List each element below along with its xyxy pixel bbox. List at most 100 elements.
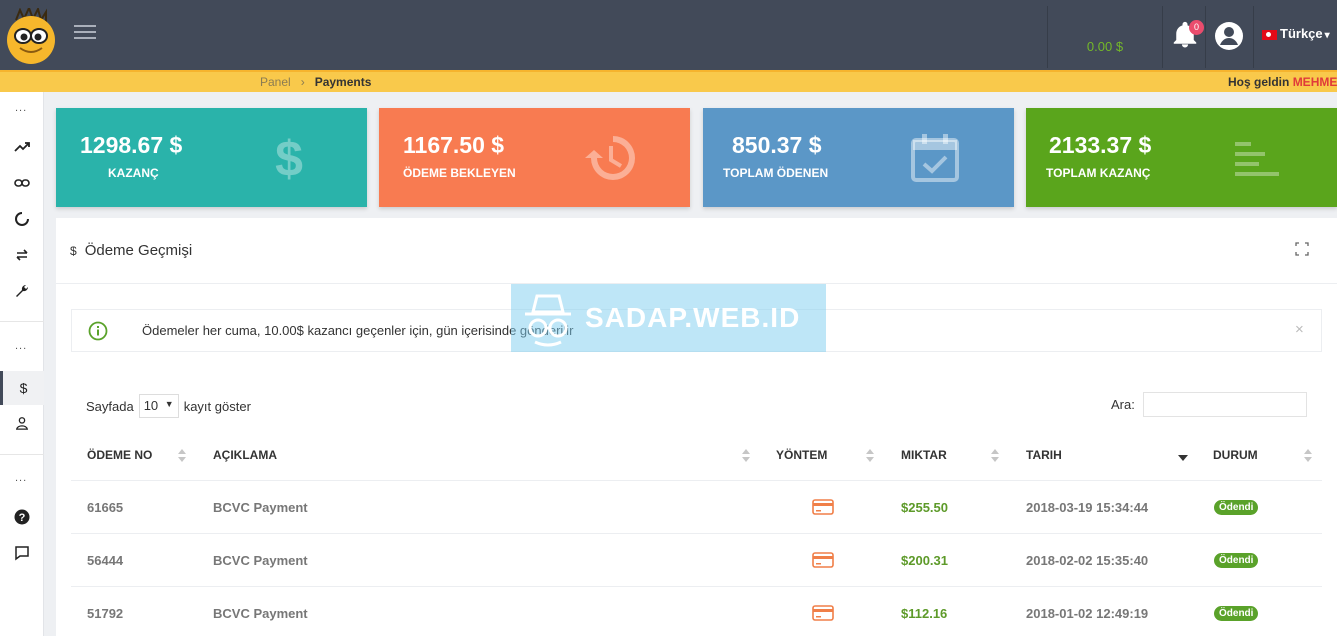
- length-prefix: Sayfada: [86, 398, 134, 414]
- status-badge: Ödendi: [1214, 606, 1259, 621]
- breadcrumb-panel-link[interactable]: Panel: [260, 75, 291, 89]
- table-row-divider: [71, 480, 1322, 481]
- calendar-check-icon: [911, 134, 959, 182]
- chat-icon: [15, 546, 29, 561]
- sidebar-item-transfers[interactable]: [0, 241, 44, 269]
- help-icon: ?: [14, 509, 30, 525]
- column-header-amount[interactable]: MIKTAR: [901, 448, 947, 462]
- search-input[interactable]: [1143, 392, 1307, 417]
- page-length-value: 10: [143, 398, 159, 413]
- balance-display[interactable]: 0.00 $: [1047, 6, 1163, 68]
- sidebar-item-loader[interactable]: [0, 205, 44, 233]
- sort-icon[interactable]: [1304, 449, 1312, 463]
- stat-label: TOPLAM ÖDENEN: [723, 166, 829, 180]
- sidebar-section-marker: ...: [15, 472, 28, 484]
- welcome-message: Hoş geldin MEHME: [1228, 75, 1337, 89]
- turkey-flag-icon: [1262, 29, 1277, 40]
- sort-icon[interactable]: [742, 449, 750, 463]
- wrench-icon: [16, 284, 29, 297]
- sidebar-item-profile[interactable]: [0, 409, 44, 437]
- credit-card-icon: [812, 499, 834, 515]
- trending-up-icon: [14, 142, 30, 152]
- svg-text:$: $: [275, 131, 303, 186]
- menu-toggle-button[interactable]: [74, 25, 96, 45]
- column-header-method[interactable]: YÖNTEM: [776, 448, 827, 462]
- column-header-status[interactable]: DURUM: [1213, 448, 1258, 462]
- sort-icon[interactable]: [991, 449, 999, 463]
- link-icon: [14, 179, 30, 187]
- payment-no: 51792: [87, 606, 124, 621]
- loader-icon: [15, 212, 29, 226]
- top-bar: 0.00 $ 0 Türkçe ▾: [0, 0, 1337, 70]
- column-header-date[interactable]: TARIH: [1026, 448, 1062, 462]
- user-icon: [15, 417, 29, 430]
- sidebar-item-tools[interactable]: [0, 277, 44, 305]
- status-badge: Ödendi: [1214, 500, 1259, 515]
- swap-icon: [16, 249, 28, 261]
- dollar-icon: $: [275, 131, 303, 186]
- breadcrumb-bar: Panel › Payments Hoş geldin MEHME: [0, 70, 1337, 92]
- stat-label: TOPLAM KAZANÇ: [1046, 166, 1151, 180]
- owl-logo[interactable]: [4, 8, 58, 64]
- sort-desc-icon[interactable]: [1178, 455, 1188, 461]
- breadcrumb: Panel › Payments: [260, 75, 371, 89]
- payment-no: 56444: [87, 553, 124, 568]
- user-avatar-icon[interactable]: [1213, 20, 1245, 52]
- welcome-username: MEHME: [1292, 75, 1337, 89]
- page-length-control: Sayfada 10 ▼ kayıt göster: [86, 394, 251, 418]
- length-suffix: kayıt göster: [183, 398, 251, 414]
- payment-history-panel: $ Ödeme Geçmişi Ödemeler her cuma, 10.00$…: [56, 218, 1337, 636]
- history-icon: [585, 136, 635, 180]
- spy-icon: [525, 294, 571, 347]
- notification-badge: 0: [1189, 20, 1204, 35]
- payment-description: BCVC Payment: [213, 500, 308, 515]
- stat-card-total-paid: 850.37 $ TOPLAM ÖDENEN: [703, 108, 1014, 207]
- page-length-select[interactable]: 10 ▼: [138, 394, 179, 418]
- stat-value: 1298.67 $: [80, 132, 183, 158]
- stat-card-earnings: 1298.67 $ KAZANÇ $: [56, 108, 367, 207]
- sort-icon[interactable]: [178, 449, 186, 463]
- watermark-text: SADAP.WEB.ID: [585, 302, 801, 333]
- fullscreen-icon[interactable]: [1295, 242, 1309, 256]
- welcome-greeting: Hoş geldin: [1228, 75, 1290, 89]
- sidebar-item-links[interactable]: [0, 169, 44, 197]
- alert-message: Ödemeler her cuma, 10.00$ kazancı geçenl…: [142, 323, 574, 338]
- payment-date: 2018-01-02 12:49:19: [1026, 606, 1149, 621]
- sidebar: ... ... $ ... ?: [0, 92, 44, 636]
- hamburger-line: [74, 31, 96, 33]
- svg-text:?: ?: [19, 512, 26, 524]
- breadcrumb-separator: ›: [300, 75, 305, 89]
- panel-title-text: Ödeme Geçmişi: [84, 242, 193, 259]
- watermark: SADAP.WEB.ID: [511, 284, 826, 352]
- chevron-down-icon: ▼: [164, 399, 174, 409]
- column-header-description[interactable]: AÇIKLAMA: [213, 448, 277, 462]
- column-header-payment-no[interactable]: ÖDEME NO: [87, 448, 152, 462]
- sidebar-section-marker: ...: [15, 102, 28, 114]
- sort-icon[interactable]: [866, 449, 874, 463]
- stat-value: 1167.50 $: [403, 132, 505, 158]
- language-selector[interactable]: Türkçe ▾: [1262, 26, 1330, 41]
- info-icon: [88, 321, 108, 341]
- sidebar-item-payments[interactable]: $: [0, 371, 44, 405]
- sidebar-item-support[interactable]: [0, 539, 44, 567]
- stat-label: KAZANÇ: [108, 166, 159, 180]
- language-label: Türkçe: [1280, 26, 1323, 41]
- payment-amount: $112.16: [901, 606, 948, 621]
- payment-amount: $255.50: [901, 500, 948, 515]
- dollar-icon: $: [70, 244, 77, 258]
- close-icon[interactable]: ×: [1295, 321, 1304, 338]
- sidebar-divider: [0, 321, 44, 322]
- credit-card-icon: [812, 552, 834, 568]
- divider: [1205, 6, 1206, 68]
- sidebar-item-help[interactable]: ?: [0, 503, 44, 531]
- hamburger-line: [74, 25, 96, 27]
- dollar-icon: $: [19, 380, 28, 396]
- sidebar-item-stats[interactable]: [0, 133, 44, 161]
- stat-label: ÖDEME BEKLEYEN: [403, 166, 516, 180]
- payment-date: 2018-03-19 15:34:44: [1026, 500, 1149, 515]
- sidebar-section-marker: ...: [15, 340, 28, 352]
- credit-card-icon: [812, 605, 834, 621]
- breadcrumb-current: Payments: [314, 75, 372, 89]
- balance-value: 0.00 $: [1086, 39, 1124, 54]
- stat-value: 850.37 $: [732, 132, 822, 158]
